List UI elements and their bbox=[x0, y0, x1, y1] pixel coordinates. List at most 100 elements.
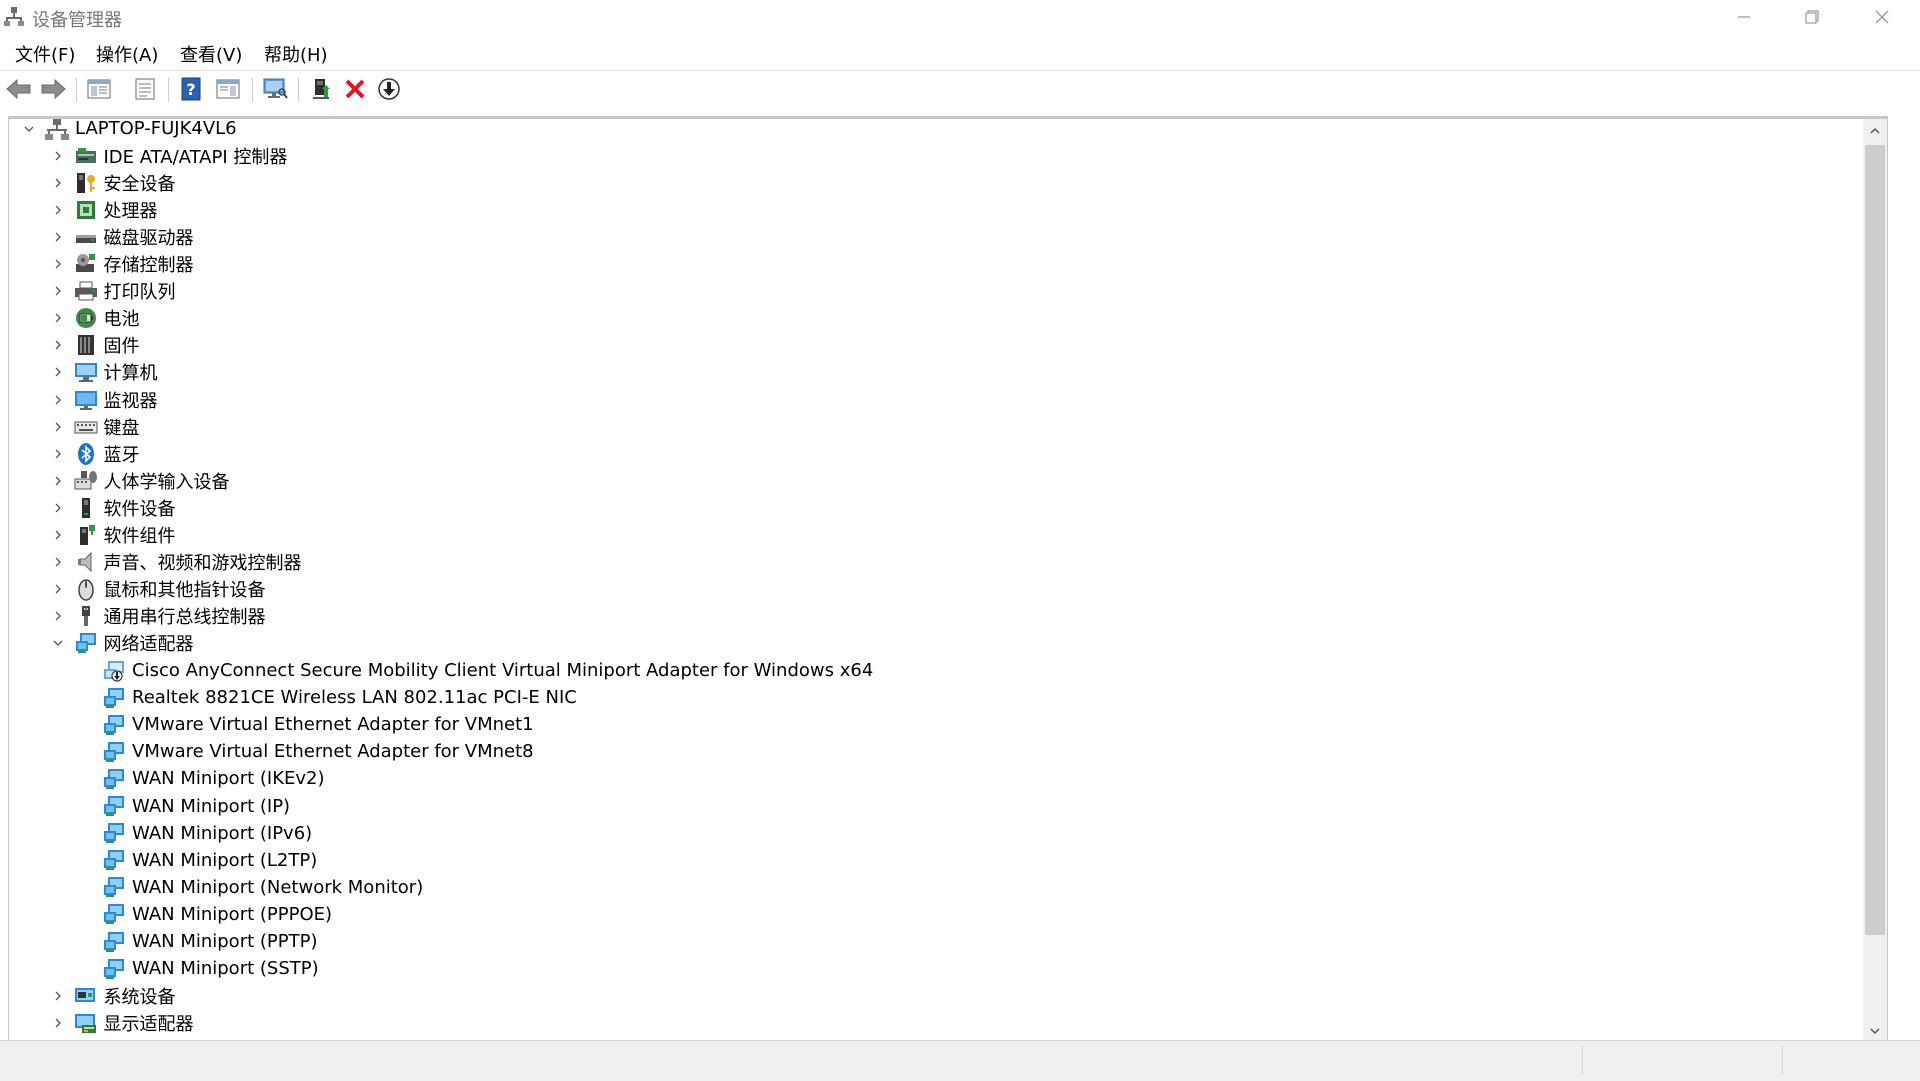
svg-text:?: ? bbox=[186, 80, 195, 99]
menu-help[interactable]: 帮助(H) bbox=[261, 39, 331, 69]
tree-item-label: WAN Miniport (L2TP) bbox=[132, 849, 318, 871]
tree-expand-toggle[interactable] bbox=[48, 390, 68, 410]
tree-device-item[interactable]: WAN Miniport (Network Monitor) bbox=[76, 874, 423, 901]
tree-device-item[interactable]: Realtek 8821CE Wireless LAN 802.11ac PCI… bbox=[76, 684, 577, 711]
tree-category[interactable]: 声音、视频和游戏控制器 bbox=[48, 549, 302, 576]
tree-category[interactable]: 计算机 bbox=[48, 359, 158, 386]
tree-expand-toggle[interactable] bbox=[48, 552, 68, 572]
chevron-right-icon bbox=[55, 367, 61, 377]
tree-expand-toggle[interactable] bbox=[48, 606, 68, 626]
tree-expand-toggle[interactable] bbox=[48, 579, 68, 599]
scan-hardware-button[interactable] bbox=[262, 76, 288, 102]
tree-category[interactable]: 存储控制器 bbox=[48, 251, 194, 278]
tree-item-label: 监视器 bbox=[103, 390, 158, 412]
tree-collapse-toggle[interactable] bbox=[48, 633, 68, 653]
tree-expand-toggle[interactable] bbox=[48, 362, 68, 382]
tree-category[interactable]: 处理器 bbox=[48, 196, 158, 223]
tree-category[interactable]: 网络适配器 bbox=[48, 630, 194, 657]
chevron-right-icon bbox=[55, 313, 61, 323]
tree-item-label: 打印队列 bbox=[103, 282, 176, 304]
tree-category[interactable]: 系统设备 bbox=[48, 982, 176, 1009]
tree-category[interactable]: 电池 bbox=[48, 305, 140, 332]
tree-category[interactable]: 显示适配器 bbox=[48, 1009, 194, 1036]
chevron-right-icon bbox=[55, 1018, 61, 1028]
network-adapter-icon bbox=[102, 767, 126, 791]
computer-icon bbox=[74, 360, 98, 384]
show-hide-console-tree-button[interactable] bbox=[86, 76, 112, 102]
tree-category[interactable]: IDE ATA/ATAPI 控制器 bbox=[48, 142, 287, 169]
tree-expand-toggle[interactable] bbox=[48, 254, 68, 274]
tree-expand-toggle[interactable] bbox=[48, 173, 68, 193]
tree-category[interactable]: 固件 bbox=[48, 332, 140, 359]
tree-expand-toggle[interactable] bbox=[48, 444, 68, 464]
update-driver-button[interactable] bbox=[308, 76, 334, 102]
tree-item-label: WAN Miniport (PPPOE) bbox=[132, 903, 333, 925]
storage-controller-icon bbox=[74, 252, 98, 276]
show-action-pane-button[interactable] bbox=[215, 76, 241, 102]
tree-category[interactable]: 安全设备 bbox=[48, 169, 176, 196]
tree-expand-toggle[interactable] bbox=[48, 417, 68, 437]
tree-expand-toggle[interactable] bbox=[48, 200, 68, 220]
tree-device-item[interactable]: WAN Miniport (SSTP) bbox=[76, 955, 319, 982]
software-component-icon bbox=[74, 523, 98, 547]
tree-category[interactable]: 蓝牙 bbox=[48, 440, 140, 467]
tree-expand-toggle[interactable] bbox=[48, 335, 68, 355]
tree-expand-toggle[interactable] bbox=[48, 227, 68, 247]
close-button[interactable] bbox=[1848, 0, 1916, 34]
tree-root-computer[interactable]: LAPTOP-FUJK4VL6 bbox=[19, 119, 237, 142]
tree-category[interactable]: 键盘 bbox=[48, 413, 140, 440]
menu-action[interactable]: 操作(A) bbox=[93, 39, 161, 69]
menu-view[interactable]: 查看(V) bbox=[177, 39, 245, 69]
tree-device-item[interactable]: WAN Miniport (L2TP) bbox=[76, 847, 317, 874]
tree-category[interactable]: 磁盘驱动器 bbox=[48, 223, 194, 250]
scrollbar-thumb[interactable] bbox=[1865, 145, 1885, 935]
tree-device-item[interactable]: VMware Virtual Ethernet Adapter for VMne… bbox=[76, 711, 534, 738]
tree-expand-toggle[interactable] bbox=[48, 498, 68, 518]
tree-device-item[interactable]: WAN Miniport (PPTP) bbox=[76, 928, 317, 955]
tree-expand-toggle[interactable] bbox=[48, 281, 68, 301]
disk-drive-icon bbox=[74, 225, 98, 249]
red-x-icon bbox=[345, 79, 365, 99]
tree-category[interactable]: 鼠标和其他指针设备 bbox=[48, 576, 266, 603]
disable-device-button[interactable] bbox=[376, 76, 402, 102]
update-driver-icon bbox=[313, 79, 330, 99]
tree-device-item[interactable]: Cisco AnyConnect Secure Mobility Client … bbox=[76, 657, 873, 684]
help-button[interactable]: ? bbox=[178, 76, 204, 102]
tree-category[interactable]: 人体学输入设备 bbox=[48, 467, 230, 494]
forward-button[interactable] bbox=[40, 76, 66, 102]
tree-device-item[interactable]: WAN Miniport (PPPOE) bbox=[76, 901, 332, 928]
restore-button[interactable] bbox=[1778, 0, 1846, 34]
computer-network-icon bbox=[45, 119, 69, 141]
tree-expand-toggle[interactable] bbox=[48, 471, 68, 491]
back-button[interactable] bbox=[6, 76, 32, 102]
scroll-up-button[interactable] bbox=[1863, 119, 1887, 143]
tree-item-label: 通用串行总线控制器 bbox=[103, 607, 266, 629]
properties-button[interactable] bbox=[132, 76, 158, 102]
tree-device-item[interactable]: WAN Miniport (IP) bbox=[76, 793, 290, 820]
menu-file[interactable]: 文件(F) bbox=[12, 39, 78, 69]
tree-expand-toggle[interactable] bbox=[48, 146, 68, 166]
tree-category[interactable]: 软件设备 bbox=[48, 494, 176, 521]
display-adapter-icon bbox=[74, 1011, 98, 1035]
status-bar bbox=[0, 1040, 1920, 1081]
tree-device-item[interactable]: WAN Miniport (IPv6) bbox=[76, 820, 312, 847]
tree-expand-toggle[interactable] bbox=[48, 525, 68, 545]
tree-item-label: WAN Miniport (PPTP) bbox=[132, 931, 318, 952]
tree-category[interactable]: 打印队列 bbox=[48, 278, 176, 305]
tree-expand-toggle[interactable] bbox=[48, 986, 68, 1006]
tree-collapse-toggle[interactable] bbox=[19, 119, 39, 139]
minimize-button[interactable] bbox=[1710, 0, 1778, 34]
tree-device-item[interactable]: VMware Virtual Ethernet Adapter for VMne… bbox=[76, 738, 534, 765]
window-title: 设备管理器 bbox=[32, 10, 122, 31]
tree-device-item[interactable]: WAN Miniport (IKEv2) bbox=[76, 765, 325, 792]
tree-category[interactable]: 软件组件 bbox=[48, 522, 176, 549]
tree-category[interactable]: 通用串行总线控制器 bbox=[48, 603, 266, 630]
tree-expand-toggle[interactable] bbox=[48, 308, 68, 328]
uninstall-device-button[interactable] bbox=[342, 76, 368, 102]
tree-expand-toggle[interactable] bbox=[48, 1013, 68, 1033]
tree-category[interactable]: 监视器 bbox=[48, 386, 158, 413]
chevron-right-icon bbox=[55, 340, 61, 350]
vertical-scrollbar[interactable] bbox=[1863, 119, 1887, 1043]
